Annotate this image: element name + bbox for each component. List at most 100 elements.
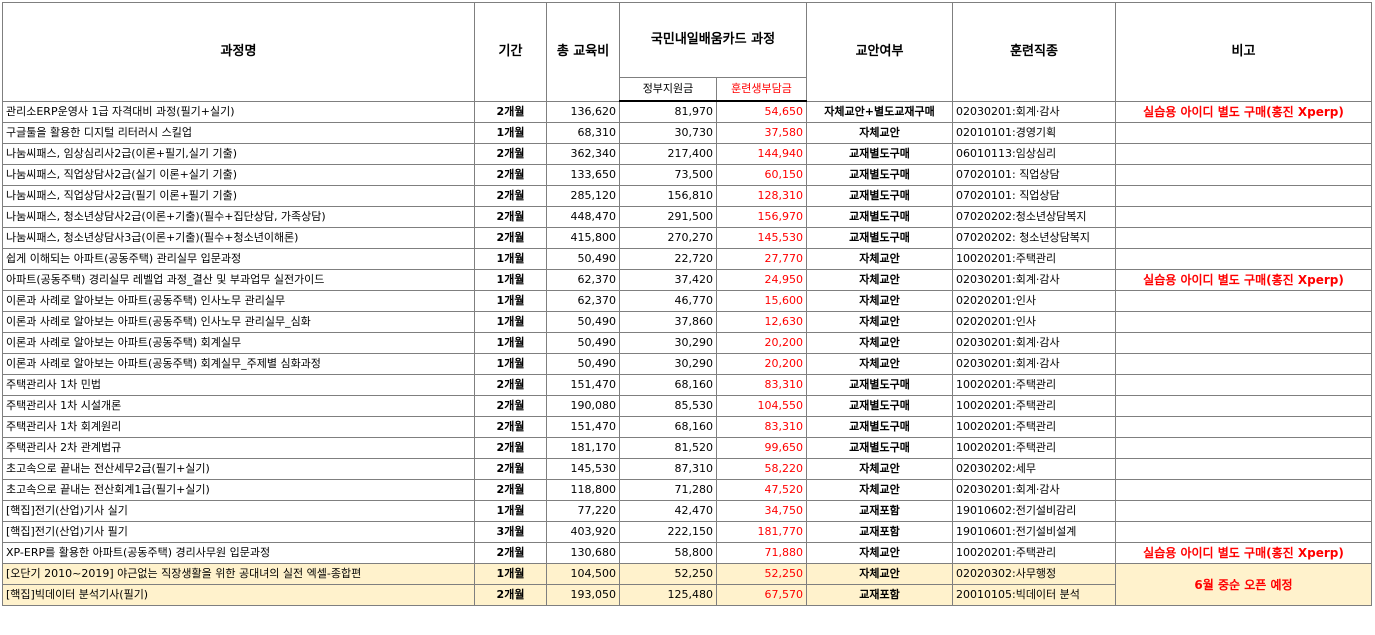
- textbook-cell: 교재별도구매: [806, 185, 953, 207]
- note-cell: 실습용 아이디 별도 구매(홍진 Xperp): [1115, 269, 1372, 291]
- period-cell: 2개월: [474, 416, 547, 438]
- total-fee-cell: 68,310: [546, 122, 620, 144]
- period-cell: 2개월: [474, 374, 547, 396]
- job-type-cell: 10020201:주택관리: [952, 395, 1116, 417]
- gov-support-cell: 37,420: [619, 269, 717, 291]
- trainee-cost-cell: 15,600: [716, 290, 807, 312]
- job-type-cell: 02020201:인사: [952, 290, 1116, 312]
- table-row: 초고속으로 끝내는 전산세무2급(필기+실기) 2개월 145,530 87,310 5…: [2, 458, 1372, 480]
- trainee-cost-cell: 34,750: [716, 500, 807, 522]
- table-row: 주택관리사 1차 시설개론 2개월 190,080 85,530 104,550 교재별도…: [2, 395, 1372, 417]
- textbook-cell: 자체교안: [806, 563, 953, 585]
- trainee-cost-cell: 37,580: [716, 122, 807, 144]
- total-fee-cell: 50,490: [546, 353, 620, 375]
- table-row: 아파트(공동주택) 경리실무 레벨업 과정_결산 및 부과업무 실전가이드 1개월…: [2, 269, 1372, 291]
- total-fee-cell: 362,340: [546, 143, 620, 165]
- period-cell: 1개월: [474, 248, 547, 270]
- course-name-cell: 초고속으로 끝내는 전산세무2급(필기+실기): [2, 458, 475, 480]
- trainee-cost-cell: 52,250: [716, 563, 807, 585]
- course-table-body: 관리소ERP운영사 1급 자격대비 과정(필기+실기) 2개월 136,620 81,…: [2, 100, 1372, 606]
- course-name-cell: [핵집]빅데이터 분석기사(필기): [2, 584, 475, 606]
- textbook-cell: 교재별도구매: [806, 437, 953, 459]
- job-type-cell: 07020101: 직업상담: [952, 185, 1116, 207]
- gov-support-cell: 58,800: [619, 542, 717, 564]
- trainee-cost-cell: 104,550: [716, 395, 807, 417]
- gov-support-cell: 87,310: [619, 458, 717, 480]
- note-cell: [1115, 395, 1372, 417]
- trainee-cost-cell: 156,970: [716, 206, 807, 228]
- trainee-cost-cell: 99,650: [716, 437, 807, 459]
- period-cell: 2개월: [474, 227, 547, 249]
- period-cell: 2개월: [474, 479, 547, 501]
- trainee-cost-cell: 128,310: [716, 185, 807, 207]
- total-fee-cell: 50,490: [546, 332, 620, 354]
- course-name-cell: 이론과 사례로 알아보는 아파트(공동주택) 인사노무 관리실무: [2, 290, 475, 312]
- header-card-course: 국민내일배움카드 과정: [619, 2, 807, 78]
- period-cell: 2개월: [474, 143, 547, 165]
- table-row: [핵집]전기(산업)기사 실기 1개월 77,220 42,470 34,750 교재포함…: [2, 500, 1372, 522]
- course-name-cell: 나눔씨패스, 청소년상담사3급(이론+기출)(필수+청소년이해론): [2, 227, 475, 249]
- trainee-cost-cell: 20,200: [716, 332, 807, 354]
- textbook-cell: 자체교안: [806, 122, 953, 144]
- table-row: XP-ERP를 활용한 아파트(공동주택) 경리사무원 입문과정 2개월 130,6…: [2, 542, 1372, 564]
- header-note: 비고: [1115, 2, 1372, 102]
- trainee-cost-cell: 60,150: [716, 164, 807, 186]
- note-cell: [1115, 521, 1372, 543]
- textbook-cell: 교재별도구매: [806, 164, 953, 186]
- textbook-cell: 자체교안+별도교재구매: [806, 100, 953, 123]
- course-name-cell: 이론과 사례로 알아보는 아파트(공동주택) 인사노무 관리실무_심화: [2, 311, 475, 333]
- textbook-cell: 교재별도구매: [806, 416, 953, 438]
- job-type-cell: 02020302:사무행정: [952, 563, 1116, 585]
- job-type-cell: 07020202: 청소년상담복지: [952, 227, 1116, 249]
- trainee-cost-cell: 83,310: [716, 374, 807, 396]
- table-row: [핵집]전기(산업)기사 필기 3개월 403,920 222,150 181,770 교…: [2, 521, 1372, 543]
- course-name-cell: 구글툴을 활용한 디지털 리터러시 스킬업: [2, 122, 475, 144]
- course-table: 과정명 기간 총 교육비 국민내일배움카드 과정 교안여부 훈련직종 비고 정부…: [2, 2, 1372, 606]
- gov-support-cell: 81,520: [619, 437, 717, 459]
- total-fee-cell: 193,050: [546, 584, 620, 606]
- note-cell: [1115, 122, 1372, 144]
- total-fee-cell: 62,370: [546, 269, 620, 291]
- total-fee-cell: 145,530: [546, 458, 620, 480]
- gov-support-cell: 125,480: [619, 584, 717, 606]
- total-fee-cell: 151,470: [546, 374, 620, 396]
- textbook-cell: 교재포함: [806, 500, 953, 522]
- table-row: 구글툴을 활용한 디지털 리터러시 스킬업 1개월 68,310 30,730 37,5…: [2, 122, 1372, 144]
- header-trainee-cost: 훈련생부담금: [716, 77, 807, 102]
- job-type-cell: 02030201:회계·감사: [952, 353, 1116, 375]
- note-cell: [1115, 374, 1372, 396]
- total-fee-cell: 77,220: [546, 500, 620, 522]
- note-cell: 실습용 아이디 별도 구매(홍진 Xperp): [1115, 542, 1372, 564]
- period-cell: 1개월: [474, 353, 547, 375]
- total-fee-cell: 415,800: [546, 227, 620, 249]
- gov-support-cell: 81,970: [619, 100, 717, 123]
- job-type-cell: 10020201:주택관리: [952, 248, 1116, 270]
- trainee-cost-cell: 67,570: [716, 584, 807, 606]
- textbook-cell: 자체교안: [806, 542, 953, 564]
- trainee-cost-cell: 47,520: [716, 479, 807, 501]
- course-name-cell: 나눔씨패스, 임상심리사2급(이론+필기,실기 기출): [2, 143, 475, 165]
- total-fee-cell: 118,800: [546, 479, 620, 501]
- note-cell: [1115, 143, 1372, 165]
- note-cell: [1115, 479, 1372, 501]
- course-name-cell: [핵집]전기(산업)기사 실기: [2, 500, 475, 522]
- total-fee-cell: 104,500: [546, 563, 620, 585]
- period-cell: 2개월: [474, 395, 547, 417]
- period-cell: 1개월: [474, 332, 547, 354]
- gov-support-cell: 46,770: [619, 290, 717, 312]
- course-name-cell: 아파트(공동주택) 경리실무 레벨업 과정_결산 및 부과업무 실전가이드: [2, 269, 475, 291]
- textbook-cell: 자체교안: [806, 311, 953, 333]
- table-row: 주택관리사 1차 회계원리 2개월 151,470 68,160 83,310 교재별도구…: [2, 416, 1372, 438]
- job-type-cell: 06010113:임상심리: [952, 143, 1116, 165]
- job-type-cell: 07020202:청소년상담복지: [952, 206, 1116, 228]
- open-schedule-note: 6월 중순 오픈 예정: [1115, 563, 1372, 606]
- gov-support-cell: 52,250: [619, 563, 717, 585]
- table-row: 이론과 사례로 알아보는 아파트(공동주택) 회계실무_주제별 심화과정 1개월 5…: [2, 353, 1372, 375]
- period-cell: 2개월: [474, 584, 547, 606]
- gov-support-cell: 30,290: [619, 332, 717, 354]
- textbook-cell: 교재포함: [806, 521, 953, 543]
- table-row: 나눔씨패스, 임상심리사2급(이론+필기,실기 기출) 2개월 362,340 217…: [2, 143, 1372, 165]
- header-period: 기간: [474, 2, 547, 102]
- job-type-cell: 10020201:주택관리: [952, 437, 1116, 459]
- textbook-cell: 자체교안: [806, 290, 953, 312]
